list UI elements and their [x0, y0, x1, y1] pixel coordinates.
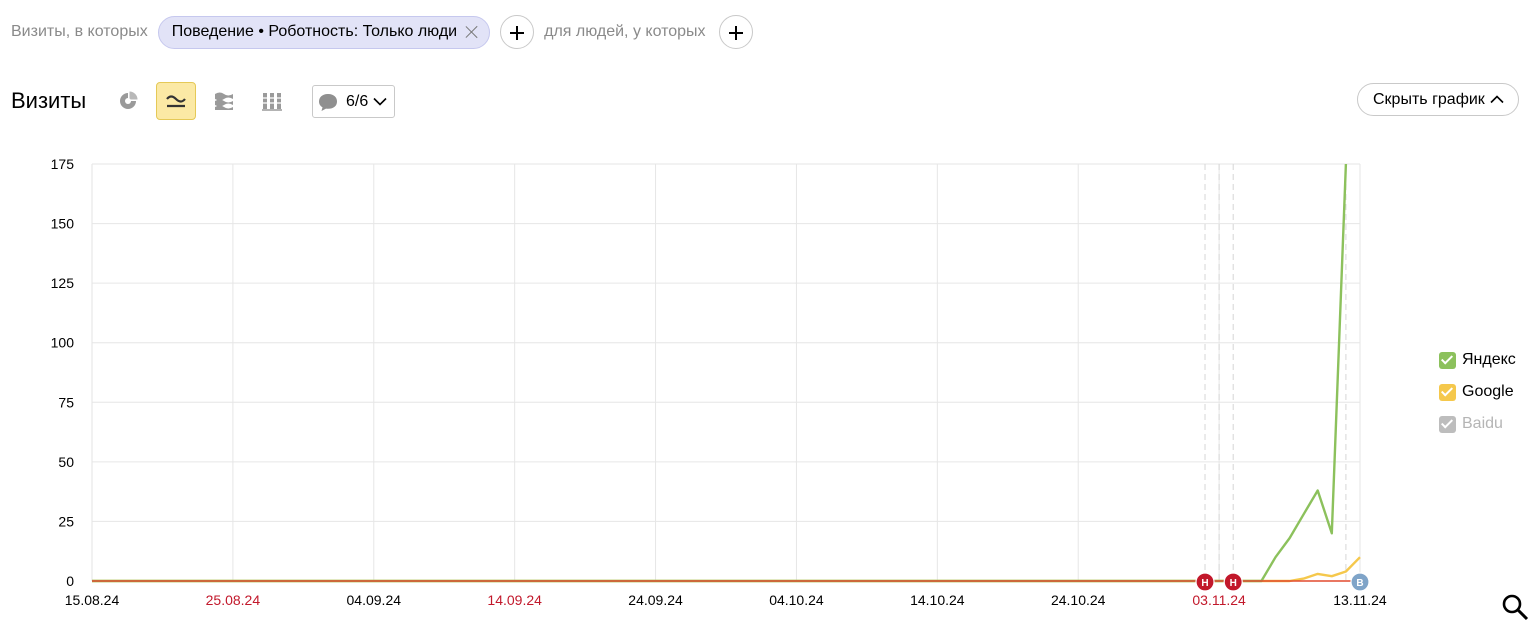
notes-count: 6/6: [346, 92, 369, 110]
close-icon[interactable]: [465, 25, 479, 39]
series-line: [92, 556, 1361, 583]
x-tick-label: 04.09.24: [347, 592, 402, 608]
legend-item[interactable]: Google: [1439, 376, 1516, 408]
y-tick-label: 0: [66, 573, 74, 589]
bar-chart-type-button[interactable]: [252, 82, 292, 120]
hide-chart-label: Скрыть график: [1373, 90, 1485, 108]
x-tick-label: 15.08.24: [65, 592, 120, 608]
hide-chart-button[interactable]: Скрыть график: [1357, 83, 1519, 116]
x-tick-label: 24.09.24: [628, 592, 683, 608]
visits-filter-label: Визиты, в которых: [11, 23, 148, 40]
line-chart-icon: [166, 95, 186, 108]
legend-item[interactable]: Baidu: [1439, 408, 1516, 440]
chevron-down-icon: [373, 97, 387, 106]
chevron-up-icon: [1490, 95, 1504, 104]
visits-line-chart: 0 25 50 75 100 125 150 175 15.08.24 25.08.24 04.09…: [51, 156, 1387, 608]
note-marker-label: Н: [1201, 578, 1208, 589]
line-chart-type-button[interactable]: [156, 82, 196, 120]
filter-chip-label: Поведение • Роботность: Только люди: [171, 23, 458, 40]
x-tick-label: 24.10.24: [1051, 592, 1106, 608]
y-tick-label: 25: [58, 513, 74, 529]
search-icon[interactable]: [1500, 592, 1530, 622]
legend-item[interactable]: Яндекс: [1439, 344, 1516, 376]
series-line: [92, 163, 1348, 583]
comment-icon: [319, 93, 337, 111]
y-tick-label: 75: [58, 394, 74, 410]
note-marker-label: В: [1356, 578, 1363, 589]
legend-label: Яндекс: [1462, 351, 1516, 368]
checkbox-icon: [1439, 383, 1456, 401]
x-tick-label: 25.08.24: [206, 592, 261, 608]
y-tick-label: 175: [51, 156, 75, 172]
y-tick-label: 100: [51, 335, 75, 351]
legend-label: Baidu: [1462, 415, 1503, 432]
checkbox-icon: [1439, 351, 1456, 369]
x-tick-label: 14.09.24: [487, 592, 542, 608]
people-filter-label: для людей, у которых: [544, 23, 706, 40]
pie-chart-type-button[interactable]: [108, 82, 148, 120]
x-tick-label: 14.10.24: [910, 592, 965, 608]
chart-legend: Яндекс Google Baidu: [1439, 344, 1516, 440]
add-people-filter-button[interactable]: [718, 15, 753, 49]
notes-selector[interactable]: 6/6: [312, 85, 395, 118]
bar-chart-icon: [262, 93, 282, 111]
checkbox-icon: [1439, 415, 1456, 433]
x-tick-label: 04.10.24: [769, 592, 824, 608]
area-chart-icon: [215, 92, 233, 110]
segment-filter-bar: Визиты, в которых Поведение • Роботность…: [11, 14, 753, 50]
note-marker-label: Н: [1230, 578, 1237, 589]
chart-title: Визиты: [11, 88, 87, 113]
x-tick-label: 13.11.24: [1333, 592, 1387, 608]
pie-chart-icon: [120, 91, 138, 109]
area-chart-type-button[interactable]: [204, 82, 244, 120]
filter-chip-robotness[interactable]: Поведение • Роботность: Только люди: [157, 15, 491, 49]
legend-label: Google: [1462, 383, 1514, 400]
y-tick-label: 150: [51, 216, 75, 232]
y-tick-label: 125: [51, 275, 75, 291]
add-visit-filter-button[interactable]: [500, 15, 535, 49]
x-tick-label: 03.11.24: [1192, 592, 1246, 608]
y-tick-label: 50: [58, 454, 74, 470]
